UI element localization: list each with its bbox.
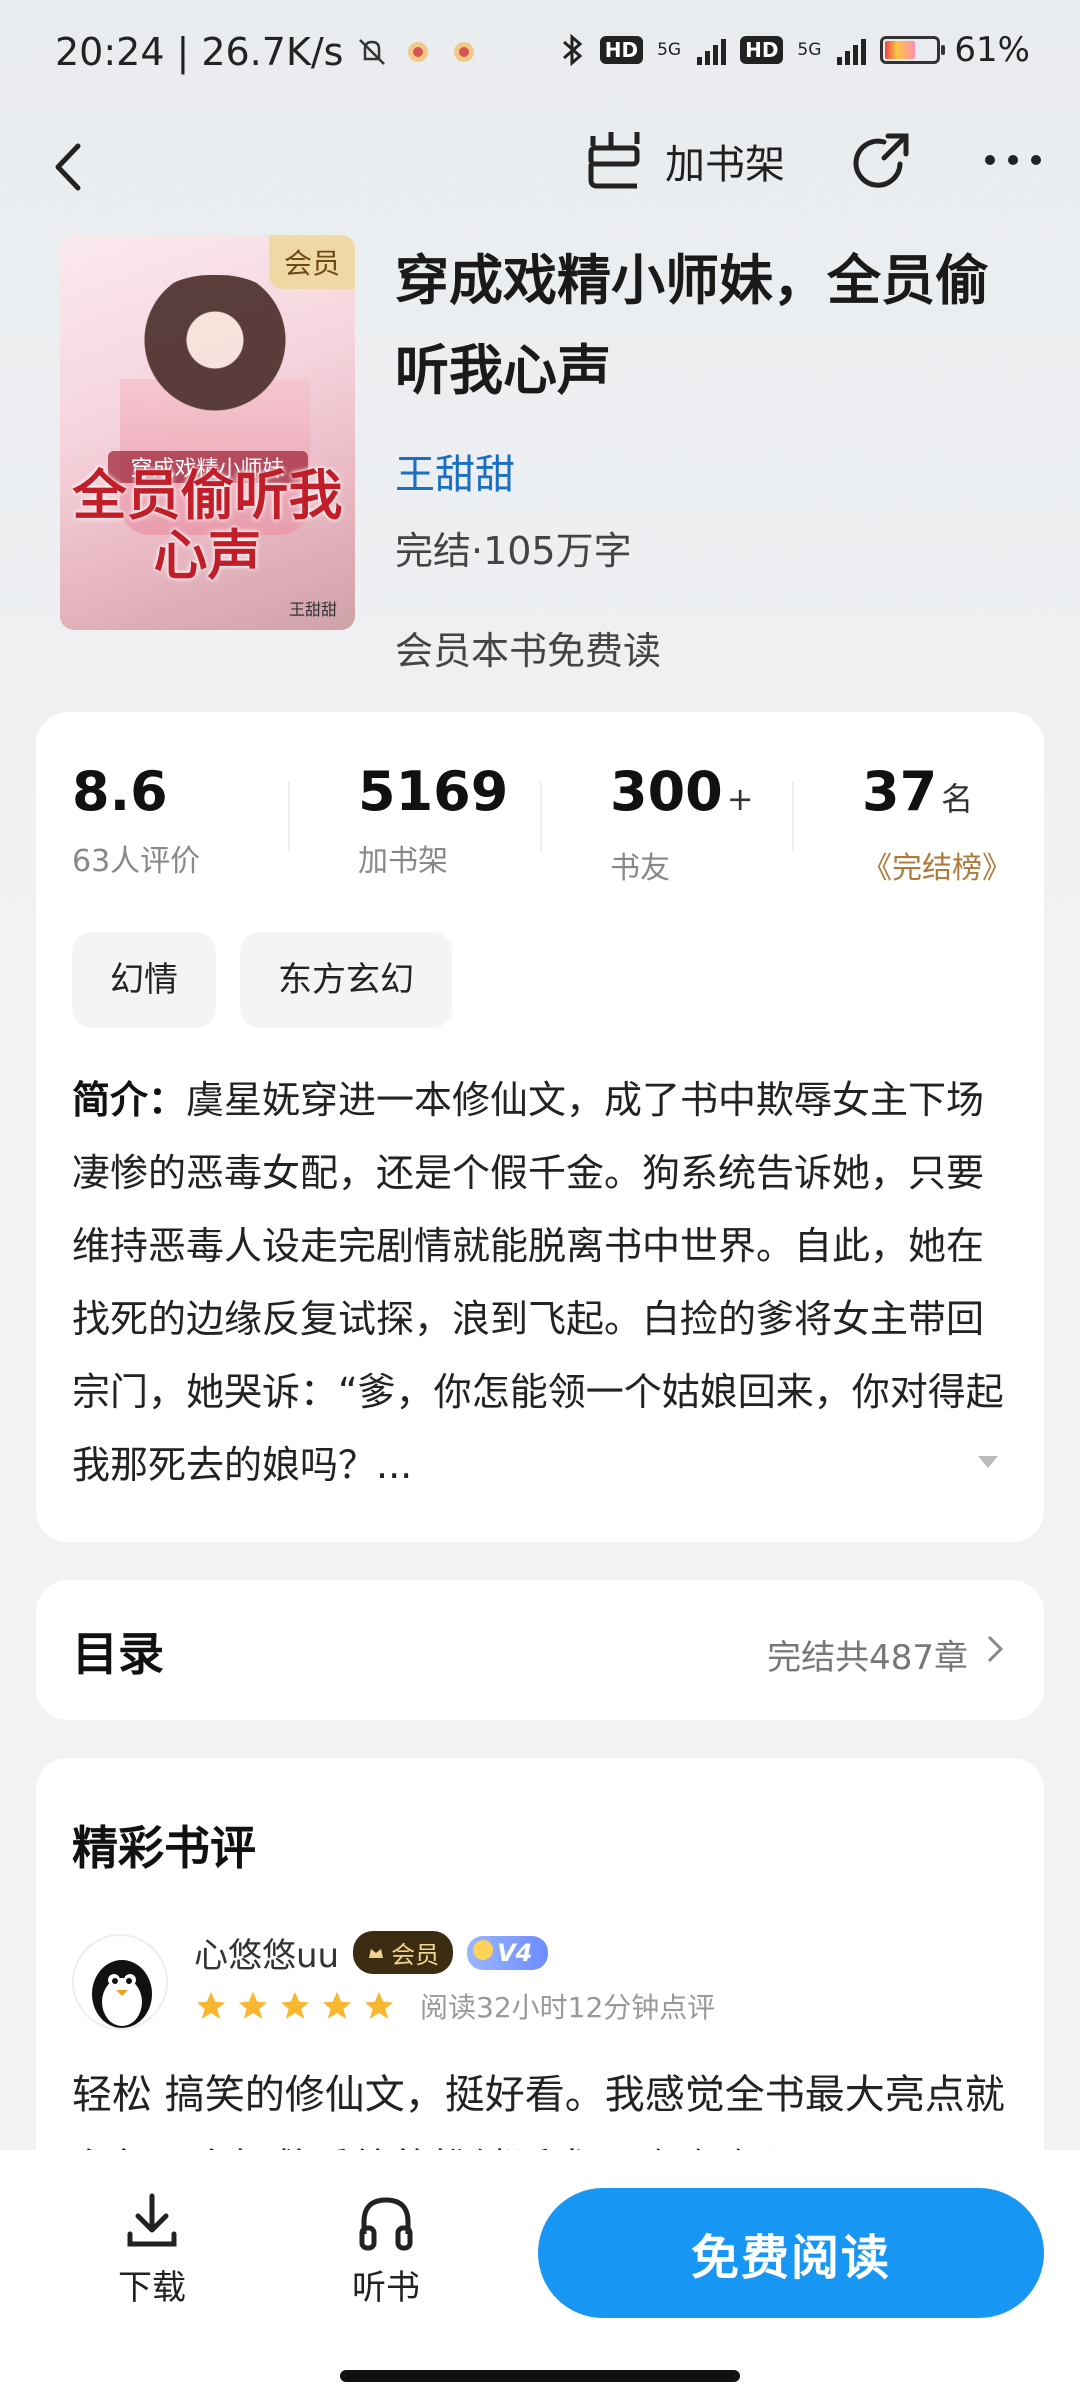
network-type-1: 5G [657,39,682,60]
star-icon [280,1991,310,2019]
app-notification-icon-2 [454,42,475,62]
tag-list: 幻情 东方玄幻 [72,932,452,1028]
vip-free-read-text: 会员本书免费读 [395,629,662,673]
bottom-action-bar: 下载 听书 免费阅读 [0,2150,1080,2400]
back-arrow-icon[interactable] [40,132,100,202]
hd-badge-2: HD [740,36,784,64]
avatar[interactable] [72,1934,168,2030]
top-navigation: 加书架 [0,120,1080,210]
listen-button[interactable]: 听书 [326,2190,446,2309]
add-to-shelf-label: 加书架 [665,142,785,188]
add-to-shelf-button[interactable]: 加书架 [585,128,785,194]
bookshelf-add-icon [588,132,640,189]
home-indicator[interactable] [340,2370,740,2382]
stat-shelf: 5169 加书架 [288,762,540,882]
star-icon [322,1991,352,2019]
review-rating: 阅读32小时12分钟点评 [194,1986,715,2026]
rating-value: 8.6 [72,760,168,823]
book-info-card: 8.6 63人评价 5169 加书架 300 + 书友 37 名 《完结榜》 幻情 … [36,712,1044,1542]
review-read-time: 阅读32小时12分钟点评 [420,1991,716,2024]
book-cover[interactable]: 穿成戏精小师妹 全员偷听我心声 王甜甜 会员 [60,235,355,630]
battery-percent: 61% [954,30,1030,70]
rank-suffix: 名 [941,780,974,818]
star-icon [238,1991,268,2019]
status-time: 20:24 [55,30,165,74]
member-crown-icon [369,1948,384,1958]
toc-summary: 完结共487章 [767,1638,968,1678]
share-icon[interactable] [848,128,916,200]
more-options-icon[interactable] [978,140,1048,180]
signal-icon-2 [837,35,867,65]
network-type-2: 5G [797,39,822,60]
free-read-button[interactable]: 免费阅读 [538,2188,1044,2318]
reader-count: 300 [610,760,723,823]
status-right: HD 5G HD 5G 61% [560,30,1030,70]
stat-rating[interactable]: 8.6 63人评价 [36,762,288,882]
rating-label: 63人评价 [72,844,201,879]
shelf-count: 5169 [358,760,509,823]
stat-readers[interactable]: 300 + 书友 [540,760,792,886]
bluetooth-icon [562,33,583,67]
rank-number: 37 [862,760,938,823]
cover-title: 全员偷听我心声 [72,463,343,587]
book-title: 穿成戏精小师妹，全员偷听我心声 [395,249,989,402]
level-badge: V4 [467,1935,549,1970]
review-username: 心悠悠uu [194,1936,340,1976]
shelf-label: 加书架 [358,844,448,879]
chevron-right-icon [987,1635,1004,1663]
intro-label: 简介： [72,1078,187,1122]
book-introduction[interactable]: 简介：虞星妩穿进一本修仙文，成了书中欺辱女主下场凄惨的恶毒女配，还是个假千金。狗… [72,1064,1012,1502]
book-status: 完结·105万字 [395,529,632,573]
network-speed: 26.7K/s [201,30,344,74]
table-of-contents-row[interactable]: 目录 完结共487章 [36,1580,1044,1720]
member-badge: 会员 [353,1931,454,1974]
download-button[interactable]: 下载 [92,2190,212,2309]
tag-item[interactable]: 幻情 [72,932,216,1028]
reader-label: 书友 [610,851,670,886]
star-icon [364,1991,394,2019]
status-bar: 20:24 | 26.7K/s HD 5G HD 5G 61% [0,0,1080,110]
expand-triangle-icon[interactable] [976,1454,1000,1470]
listen-label: 听书 [352,2268,420,2308]
download-icon [127,2193,177,2247]
author-link[interactable]: 王甜甜 [395,442,515,500]
tag-item[interactable]: 东方玄幻 [240,932,452,1028]
signal-icon [697,35,727,65]
rank-list-label: 《完结榜》 [862,851,1012,886]
headphones-icon [359,2197,413,2251]
stats-row: 8.6 63人评价 5169 加书架 300 + 书友 37 名 《完结榜》 [36,760,1044,887]
app-notification-icon [408,42,429,62]
download-label: 下载 [118,2268,186,2308]
star-icon [196,1991,226,2019]
reviews-title: 精彩书评 [72,1821,256,1875]
review-user[interactable]: 心悠悠uu 会员 V4 [194,1928,549,1977]
cover-author: 王甜甜 [288,600,337,619]
battery-icon [880,36,946,64]
toc-title: 目录 [72,1627,164,1681]
vip-badge: 会员 [269,235,355,289]
mute-bell-icon [359,39,386,65]
stat-rank[interactable]: 37 名 《完结榜》 [792,760,1044,886]
status-left: 20:24 | 26.7K/s [55,30,481,74]
reader-suffix: + [726,780,754,818]
penguin-avatar-icon [92,1960,152,2028]
hd-badge: HD [599,36,644,64]
intro-text: 虞星妩穿进一本修仙文，成了书中欺辱女主下场凄惨的恶毒女配，还是个假千金。狗系统告… [72,1078,1004,1487]
